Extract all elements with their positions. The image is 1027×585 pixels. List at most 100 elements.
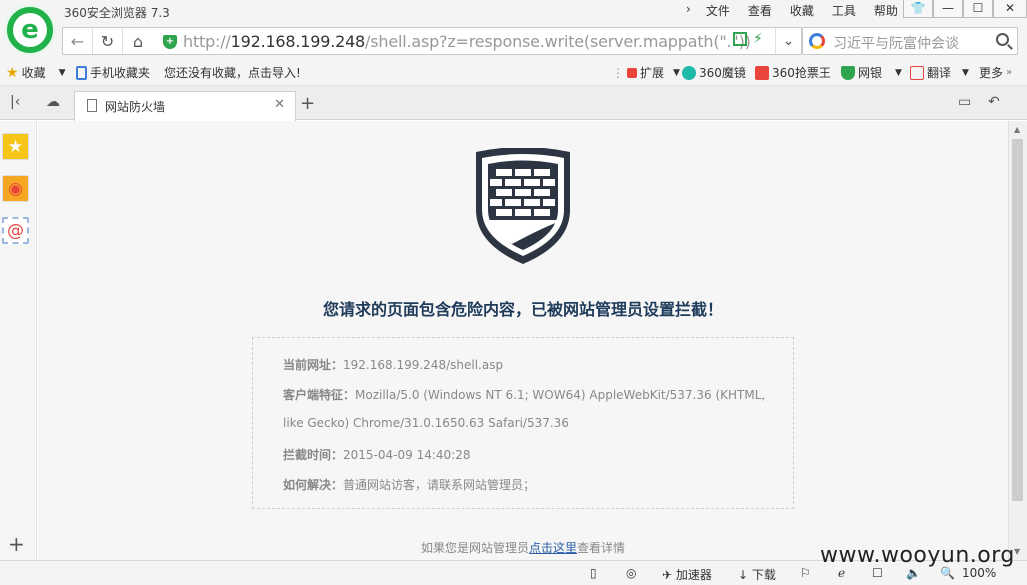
block-info-box: 当前网址：192.168.199.248/shell.asp 客户端特征：Moz…: [252, 337, 794, 509]
sidebar-toggle-icon[interactable]: |‹: [10, 94, 20, 110]
ticket-grabber-button[interactable]: 360抢票王: [755, 64, 831, 81]
logo-e-icon: e: [13, 13, 47, 47]
security-shield-icon[interactable]: +: [163, 35, 177, 49]
info-user-agent: 客户端特征：Mozilla/5.0 (Windows NT 6.1; WOW64…: [283, 386, 765, 403]
url-text[interactable]: http://192.168.199.248/shell.asp?z=respo…: [183, 32, 751, 51]
refresh-icon[interactable]: ↻: [93, 28, 123, 54]
admin-note-suffix: 查看详情: [577, 541, 626, 555]
favorites-button[interactable]: ★ 收藏 ▼: [6, 64, 66, 81]
maximize-button[interactable]: ☐: [963, 0, 993, 18]
info-user-agent-cont: like Gecko) Chrome/31.0.1650.63 Safari/5…: [283, 416, 569, 430]
menu-item-tools[interactable]: 工具: [823, 2, 865, 19]
window-icon[interactable]: ☐: [872, 566, 883, 580]
search-icon[interactable]: [996, 33, 1009, 46]
title-bar: 360安全浏览器 7.3 › 文件 查看 收藏 工具 帮助 👕 — ☐ ✕: [0, 0, 1027, 24]
import-favorites-link[interactable]: 您还没有收藏，点击导入!: [164, 64, 301, 81]
info-value: 普通网站访客，请联系网站管理员；: [343, 478, 536, 492]
url-host: 192.168.199.248: [230, 32, 366, 51]
phone-icon: [76, 65, 87, 80]
mirror-icon: [682, 65, 696, 80]
search-field[interactable]: 习近平与阮富仲会谈: [802, 27, 1018, 55]
menu-item-view[interactable]: 查看: [739, 2, 781, 19]
info-label: 如何解决：: [283, 478, 344, 492]
more-label: 更多: [979, 66, 1004, 80]
chevron-down-icon: ▼: [673, 67, 680, 78]
scroll-thumb[interactable]: [1012, 139, 1023, 501]
close-icon[interactable]: ✕: [274, 97, 285, 112]
firewall-shield-icon: [476, 148, 570, 264]
add-sidebar-plus-icon[interactable]: +: [8, 532, 25, 556]
info-value: 192.168.199.248/shell.asp: [343, 358, 504, 372]
info-value: like Gecko) Chrome/31.0.1650.63 Safari/5…: [283, 416, 569, 430]
admin-note-prefix: 如果您是网站管理员: [420, 541, 529, 555]
zoom-level[interactable]: 100%: [962, 566, 996, 580]
qr-code-icon[interactable]: [733, 32, 747, 46]
url-prefix: http://: [183, 32, 231, 51]
menu-bar: › 文件 查看 收藏 工具 帮助: [680, 2, 907, 19]
network-icon[interactable]: ◎: [626, 566, 636, 580]
search-engine-icon[interactable]: [809, 33, 825, 49]
left-sidebar: ★ ◉ @ +: [0, 121, 37, 560]
magic-mirror-label: 360魔镜: [699, 66, 746, 80]
tab-list-icon[interactable]: ▭: [958, 94, 971, 110]
translate-button[interactable]: 翻译 ▼: [910, 64, 969, 81]
menu-expand-icon[interactable]: ›: [680, 2, 697, 19]
back-arrow-icon[interactable]: ←: [63, 28, 93, 54]
vertical-scrollbar[interactable]: ▲ ▼: [1008, 121, 1027, 560]
grid-dots-icon: ⋮: [612, 65, 624, 80]
url-path: /shell.asp?z=response.write(server.mappa…: [365, 32, 751, 51]
magic-mirror-button[interactable]: 360魔镜: [682, 64, 746, 81]
rocket-icon: ✈: [662, 568, 676, 582]
chevron-down-icon[interactable]: ⌄: [775, 28, 801, 54]
home-icon[interactable]: ⌂: [123, 28, 153, 54]
minimize-button[interactable]: —: [933, 0, 963, 18]
new-tab-plus-icon[interactable]: +: [300, 93, 315, 114]
double-chevron-icon: »: [1006, 67, 1013, 78]
chevron-down-icon: ▼: [58, 67, 66, 78]
tab-title: 网站防火墙: [105, 100, 166, 114]
scroll-down-icon[interactable]: ▼: [1014, 547, 1020, 556]
flag-icon[interactable]: ⚐: [800, 566, 811, 580]
address-bar[interactable]: ← ↻ ⌂ + http://192.168.199.248/shell.asp…: [62, 27, 802, 55]
ticket-grabber-label: 360抢票王: [772, 66, 831, 80]
undo-close-icon[interactable]: ↶: [988, 94, 1000, 110]
ie-mode-icon[interactable]: ℯ: [838, 566, 845, 580]
admin-details-link[interactable]: 点击这里: [529, 541, 577, 555]
page-icon: [87, 99, 97, 112]
skin-button[interactable]: 👕: [903, 0, 933, 18]
download-label: 下载: [751, 568, 776, 582]
extensions-button[interactable]: ⋮ 扩展 ▼: [612, 64, 680, 81]
menu-item-file[interactable]: 文件: [697, 2, 739, 19]
info-current-url: 当前网址：192.168.199.248/shell.asp: [283, 356, 503, 373]
speed-mode-icon[interactable]: ⚡: [753, 32, 763, 46]
puzzle-icon: [627, 67, 637, 78]
info-value: 2015-04-09 14:40:28: [343, 448, 471, 462]
page-content: 您请求的页面包含危险内容，已被网站管理员设置拦截！ 当前网址：192.168.1…: [38, 121, 1008, 560]
menu-item-help[interactable]: 帮助: [865, 2, 907, 19]
extensions-label: 扩展: [640, 66, 665, 80]
scroll-up-icon[interactable]: ▲: [1014, 125, 1020, 134]
online-banking-button[interactable]: 网银 ▼: [841, 64, 902, 81]
more-button[interactable]: 更多 »: [979, 64, 1012, 81]
accelerator-button[interactable]: ✈ 加速器: [662, 566, 712, 583]
info-label: 当前网址：: [283, 358, 344, 372]
tab-active[interactable]: 网站防火墙 ✕: [74, 91, 296, 121]
translate-icon: [910, 65, 924, 80]
zoom-icon[interactable]: 🔍: [940, 566, 955, 580]
close-button[interactable]: ✕: [993, 0, 1027, 18]
mail-at-icon[interactable]: @: [2, 217, 29, 244]
weibo-icon[interactable]: ◉: [2, 175, 29, 202]
accelerator-label: 加速器: [675, 568, 712, 582]
favorites-star-icon[interactable]: ★: [2, 133, 29, 160]
mobile-favorites-button[interactable]: 手机收藏夹: [76, 64, 150, 81]
volume-icon[interactable]: 🔈: [906, 566, 921, 580]
mobile-icon[interactable]: ▯: [590, 566, 597, 580]
info-solution: 如何解决：普通网站访客，请联系网站管理员；: [283, 476, 535, 493]
block-headline: 您请求的页面包含危险内容，已被网站管理员设置拦截！: [322, 300, 723, 319]
browser-logo[interactable]: e: [4, 4, 56, 56]
download-button[interactable]: ↓ 下载: [738, 566, 776, 583]
favorites-label: 收藏: [21, 66, 46, 80]
menu-item-favorites[interactable]: 收藏: [781, 2, 823, 19]
window-controls: 👕 — ☐ ✕: [903, 0, 1027, 18]
cloud-icon[interactable]: ☁: [46, 94, 60, 110]
